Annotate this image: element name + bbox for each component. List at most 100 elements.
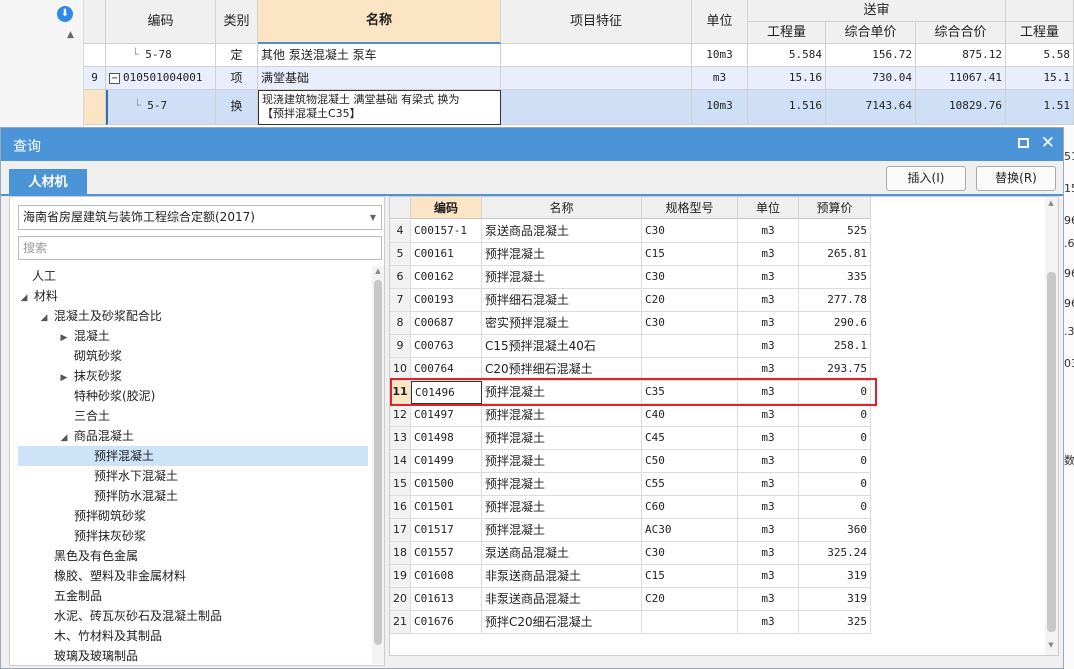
cell-code[interactable]: C01498: [411, 427, 482, 450]
cell-name[interactable]: 预拌混凝土: [482, 243, 642, 266]
scroll-down-icon[interactable]: ▼: [1045, 641, 1057, 649]
tree-node[interactable]: 三合土: [18, 406, 368, 426]
cell-name[interactable]: 预拌混凝土: [482, 450, 642, 473]
cell-price[interactable]: 325.24: [799, 542, 871, 565]
tree-node[interactable]: 预拌水下混凝土: [18, 466, 368, 486]
cell-name[interactable]: 非泵送商品混凝土: [482, 588, 642, 611]
column-header-unit-price[interactable]: 综合单价: [826, 22, 916, 44]
cell-spec[interactable]: C50: [642, 450, 738, 473]
tree-scrollbar[interactable]: ▲: [372, 266, 384, 664]
cell-price[interactable]: 258.1: [799, 335, 871, 358]
cell-price[interactable]: 525: [799, 220, 871, 243]
table-row[interactable]: 9 C00763 C15预拌混凝土40石 m3 258.1: [390, 335, 871, 358]
cell-price[interactable]: 325: [799, 611, 871, 634]
table-row[interactable]: 17 C01517 预拌混凝土 AC30 m3 360: [390, 519, 871, 542]
cell-unit[interactable]: m3: [738, 473, 799, 496]
grid-cell-name[interactable]: 现浇建筑物混凝土 满堂基础 有梁式 换为 【预拌混凝土C35】: [258, 90, 501, 125]
cell-price[interactable]: 0: [799, 496, 871, 519]
scroll-up-icon[interactable]: ▲: [372, 267, 384, 275]
cell-code[interactable]: C00157-1: [411, 220, 482, 243]
cell-spec[interactable]: [642, 335, 738, 358]
tree-node[interactable]: 黑色及有色金属: [18, 546, 368, 566]
cell-unit[interactable]: m3: [738, 243, 799, 266]
cell-unit[interactable]: m3: [738, 542, 799, 565]
cell-unit[interactable]: m3: [738, 427, 799, 450]
cell-unit[interactable]: m3: [738, 381, 799, 404]
grid-cell-unit-price[interactable]: 730.04: [826, 67, 916, 90]
cell-unit[interactable]: m3: [738, 565, 799, 588]
cell-code[interactable]: C00764: [411, 358, 482, 381]
column-header-unit[interactable]: 单位: [692, 0, 748, 44]
grid-cell-category[interactable]: 定: [216, 44, 258, 67]
cell-spec[interactable]: [642, 611, 738, 634]
dialog-titlebar[interactable]: 查询 ✕: [1, 128, 1063, 161]
tree-node-selected[interactable]: 预拌混凝土: [18, 446, 368, 466]
cell-code[interactable]: C01517: [411, 519, 482, 542]
grid-cell-unit[interactable]: m3: [692, 67, 748, 90]
grid-cell-total-price[interactable]: 10829.76: [916, 90, 1006, 125]
cell-code[interactable]: C01676: [411, 611, 482, 634]
grid-cell-quantity[interactable]: 5.584: [748, 44, 826, 67]
tree-node[interactable]: 水泥、砖瓦灰砂石及混凝土制品: [18, 606, 368, 626]
tree-node[interactable]: ▶ 混凝土: [18, 326, 368, 346]
grid-cell-quantity-2[interactable]: 1.51: [1006, 90, 1074, 125]
table-row[interactable]: 13 C01498 预拌混凝土 C45 m3 0: [390, 427, 871, 450]
grid-cell-quantity[interactable]: 1.516: [748, 90, 826, 125]
cell-code[interactable]: C00193: [411, 289, 482, 312]
grid-cell-name[interactable]: 其他 泵送混凝土 泵车: [258, 44, 501, 67]
table-row[interactable]: 20 C01613 非泵送商品混凝土 C20 m3 319: [390, 588, 871, 611]
table-row[interactable]: 8 C00687 密实预拌混凝土 C30 m3 290.6: [390, 312, 871, 335]
cell-name[interactable]: 预拌混凝土: [482, 266, 642, 289]
cell-spec[interactable]: C20: [642, 289, 738, 312]
cell-code[interactable]: C01497: [411, 404, 482, 427]
cell-unit[interactable]: m3: [738, 519, 799, 542]
cell-price[interactable]: 265.81: [799, 243, 871, 266]
cell-spec[interactable]: C15: [642, 565, 738, 588]
tree-node[interactable]: 人工: [18, 266, 368, 286]
cell-code[interactable]: C01499: [411, 450, 482, 473]
tree-node[interactable]: 砌筑砂浆: [18, 346, 368, 366]
cell-spec[interactable]: C15: [642, 243, 738, 266]
tree-node[interactable]: ◢ 混凝土及砂浆配合比: [18, 306, 368, 326]
cell-name[interactable]: 预拌混凝土: [482, 473, 642, 496]
cell-spec[interactable]: C40: [642, 404, 738, 427]
column-header-quantity[interactable]: 工程量: [748, 22, 826, 44]
cell-name[interactable]: 预拌细石混凝土: [482, 289, 642, 312]
table-row[interactable]: 16 C01501 预拌混凝土 C60 m3 0: [390, 496, 871, 519]
cell-unit[interactable]: m3: [738, 220, 799, 243]
tree-node[interactable]: 玻璃及玻璃制品: [18, 646, 368, 666]
table-scrollbar[interactable]: ▲ ▼: [1045, 197, 1058, 655]
cell-price[interactable]: 0: [799, 427, 871, 450]
cell-price[interactable]: 277.78: [799, 289, 871, 312]
table-header-name[interactable]: 名称: [482, 197, 642, 219]
table-scroll-thumb[interactable]: [1047, 272, 1056, 632]
table-row[interactable]: 21 C01676 预拌C20细石混凝土 m3 325: [390, 611, 871, 634]
cell-spec[interactable]: AC30: [642, 519, 738, 542]
table-row[interactable]: 18 C01557 泵送商品混凝土 C30 m3 325.24: [390, 542, 871, 565]
cell-spec[interactable]: C55: [642, 473, 738, 496]
column-header-feature[interactable]: 项目特征: [501, 0, 692, 44]
cell-spec[interactable]: C30: [642, 266, 738, 289]
cell-spec[interactable]: C45: [642, 427, 738, 450]
tree-collapsed-icon[interactable]: ▶: [58, 328, 70, 348]
tree-node[interactable]: ▶ 抹灰砂浆: [18, 366, 368, 386]
cell-code[interactable]: C00161: [411, 243, 482, 266]
table-header-spec[interactable]: 规格型号: [642, 197, 738, 219]
table-row[interactable]: 6 C00162 预拌混凝土 C30 m3 335: [390, 266, 871, 289]
table-header-unit[interactable]: 单位: [738, 197, 799, 219]
cell-spec[interactable]: C30: [642, 220, 738, 243]
cell-unit[interactable]: m3: [738, 266, 799, 289]
cell-name[interactable]: 泵送商品混凝土: [482, 542, 642, 565]
grid-cell-code[interactable]: └ 5-7: [106, 90, 216, 125]
cell-unit[interactable]: m3: [738, 312, 799, 335]
cell-price[interactable]: 0: [799, 381, 871, 404]
scroll-up-icon[interactable]: ▲: [67, 30, 74, 40]
cell-price[interactable]: 335: [799, 266, 871, 289]
table-row[interactable]: 5 C00161 预拌混凝土 C15 m3 265.81: [390, 243, 871, 266]
tree-expanded-icon[interactable]: ◢: [18, 288, 30, 308]
column-header-code[interactable]: 编码: [106, 0, 216, 44]
tree-expanded-icon[interactable]: ◢: [58, 428, 70, 448]
cell-unit[interactable]: m3: [738, 611, 799, 634]
grid-cell-quantity[interactable]: 15.16: [748, 67, 826, 90]
table-row[interactable]: 11 C01496 预拌混凝土 C35 m3 0: [390, 381, 871, 404]
